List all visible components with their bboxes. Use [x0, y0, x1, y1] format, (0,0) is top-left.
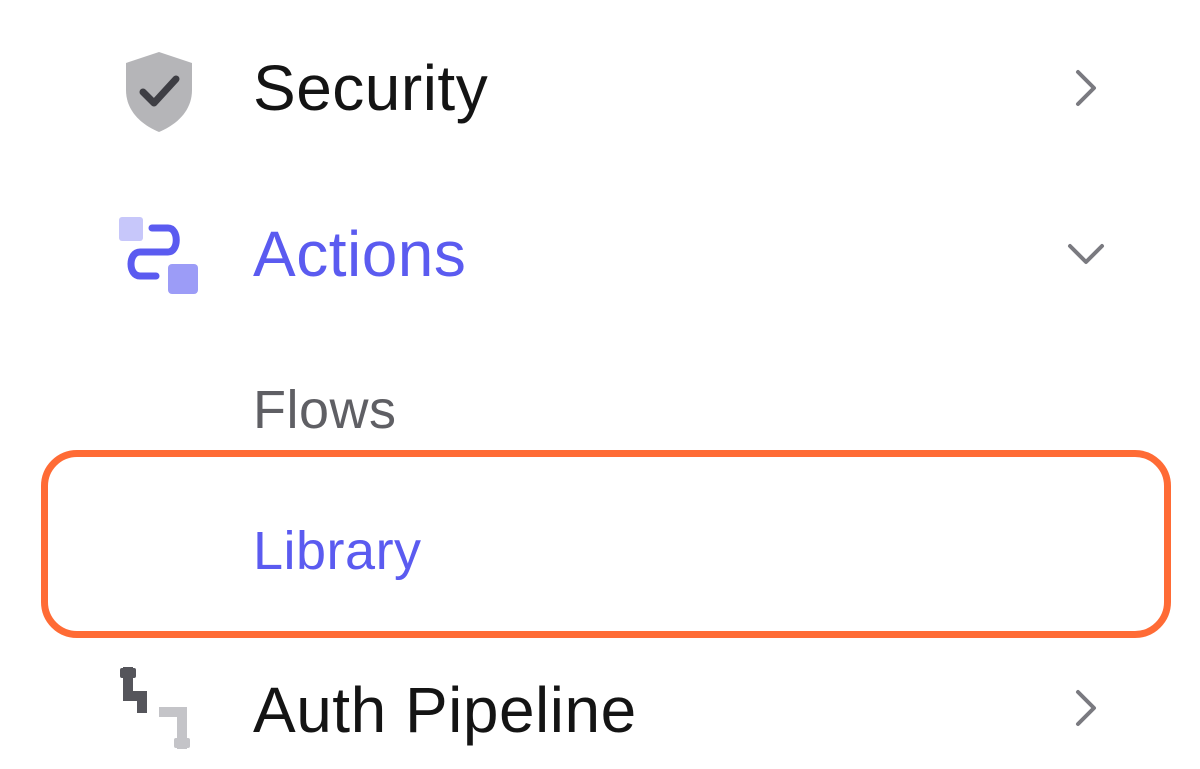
sidebar-item-auth-pipeline[interactable]: Auth Pipeline	[0, 660, 1200, 756]
sidebar-subitem-library[interactable]: Library	[0, 512, 1200, 588]
chevron-right-icon	[1076, 690, 1096, 726]
sidebar-item-actions[interactable]: Actions	[0, 206, 1200, 302]
sidebar-subitem-label: Library	[253, 521, 422, 581]
chevron-right-icon	[1076, 70, 1096, 106]
sidebar-item-label: Auth Pipeline	[253, 674, 637, 746]
shield-check-icon	[126, 52, 192, 132]
chevron-down-icon	[1068, 244, 1104, 264]
sidebar-subitem-flows[interactable]: Flows	[0, 372, 1200, 448]
sidebar-item-label: Security	[253, 52, 489, 124]
sidebar-nav: Security Actions Flows Library Auth Pipe…	[0, 0, 1200, 769]
pipeline-icon	[120, 667, 190, 749]
sidebar-subitem-label: Flows	[253, 380, 397, 440]
actions-flow-icon	[119, 217, 198, 294]
sidebar-item-label: Actions	[253, 218, 467, 290]
sidebar-item-security[interactable]: Security	[0, 40, 1200, 136]
